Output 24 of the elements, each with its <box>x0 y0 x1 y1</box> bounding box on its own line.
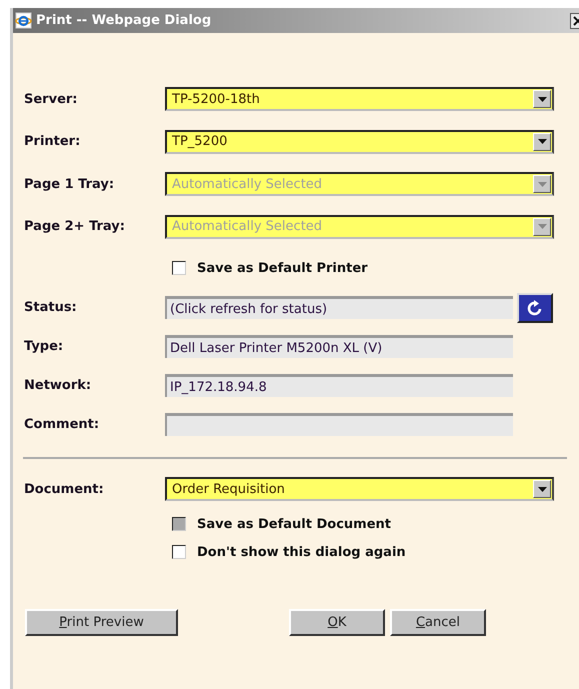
checkbox[interactable] <box>172 261 186 275</box>
checkbox-label: Save as Default Document <box>197 516 391 532</box>
refresh-icon <box>526 300 544 316</box>
dialog-button[interactable]: OK <box>289 609 385 636</box>
field-label: Type: <box>24 339 64 354</box>
field-label: Comment: <box>24 417 100 432</box>
checkbox[interactable] <box>172 545 186 559</box>
field-label: Page 2+ Tray: <box>24 219 125 234</box>
field-label: Status: <box>24 300 77 315</box>
checkbox-label: Save as Default Printer <box>197 260 368 276</box>
window-title: Print -- Webpage Dialog <box>36 13 212 28</box>
field-label: Document: <box>24 482 104 496</box>
dropdown[interactable]: TP-5200-18th <box>165 87 554 112</box>
refresh-button[interactable] <box>517 292 553 322</box>
checkbox-label: Don't show this dialog again <box>197 544 406 560</box>
field-label: Network: <box>24 378 92 393</box>
dialog-button[interactable]: Cancel <box>390 609 486 636</box>
field-label: Server: <box>24 92 78 107</box>
browser-logo-icon <box>15 12 32 29</box>
field-label: Printer: <box>24 134 80 150</box>
field-label: Page 1 Tray: <box>24 176 114 192</box>
dialog-button[interactable]: Print Preview <box>25 609 178 636</box>
dropdown[interactable]: Order Requisition <box>165 477 554 501</box>
dropdown[interactable]: TP_5200 <box>165 130 554 154</box>
